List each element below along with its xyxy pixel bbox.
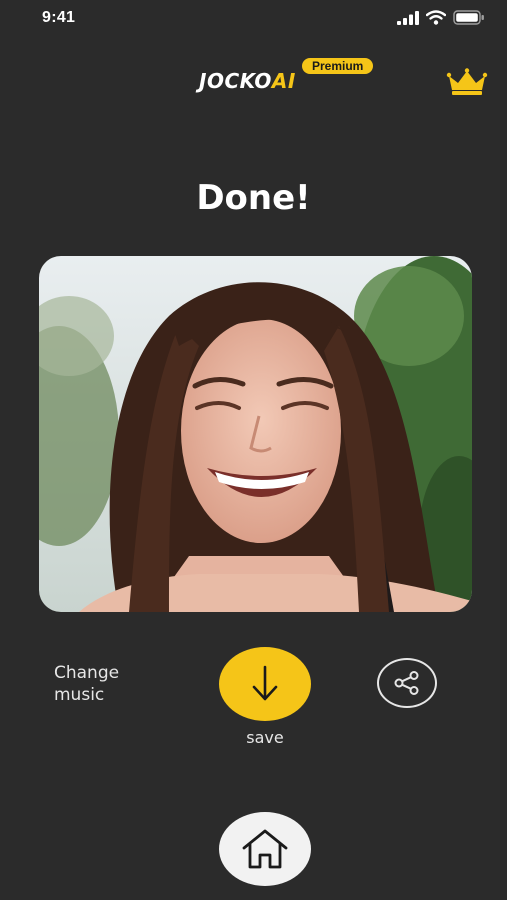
page-title: Done! [196,178,311,218]
premium-badge[interactable]: Premium [302,58,374,74]
wifi-icon [426,10,446,25]
premium-crown-button[interactable] [446,68,488,96]
save-label: save [246,728,284,747]
status-time: 9:41 [42,9,76,26]
home-icon [242,829,288,869]
crown-icon [446,68,488,95]
home-button[interactable] [219,812,311,886]
result-photo[interactable] [39,256,472,612]
signal-icon [397,10,419,25]
status-icons [397,10,485,25]
smiling-woman-photo [39,256,472,612]
battery-icon [453,10,484,25]
logo-primary: JOCKO [199,69,272,93]
change-music-button[interactable]: Change music [54,662,119,706]
app-logo: JOCKOAI Premium [196,54,406,100]
logo-accent: AI [271,69,296,93]
download-arrow-icon [252,665,278,701]
save-button[interactable] [219,647,311,721]
share-icon [394,671,419,695]
share-button[interactable] [377,658,437,708]
status-bar: 9:41 [0,0,507,40]
logo-text: JOCKOAI [199,69,296,93]
